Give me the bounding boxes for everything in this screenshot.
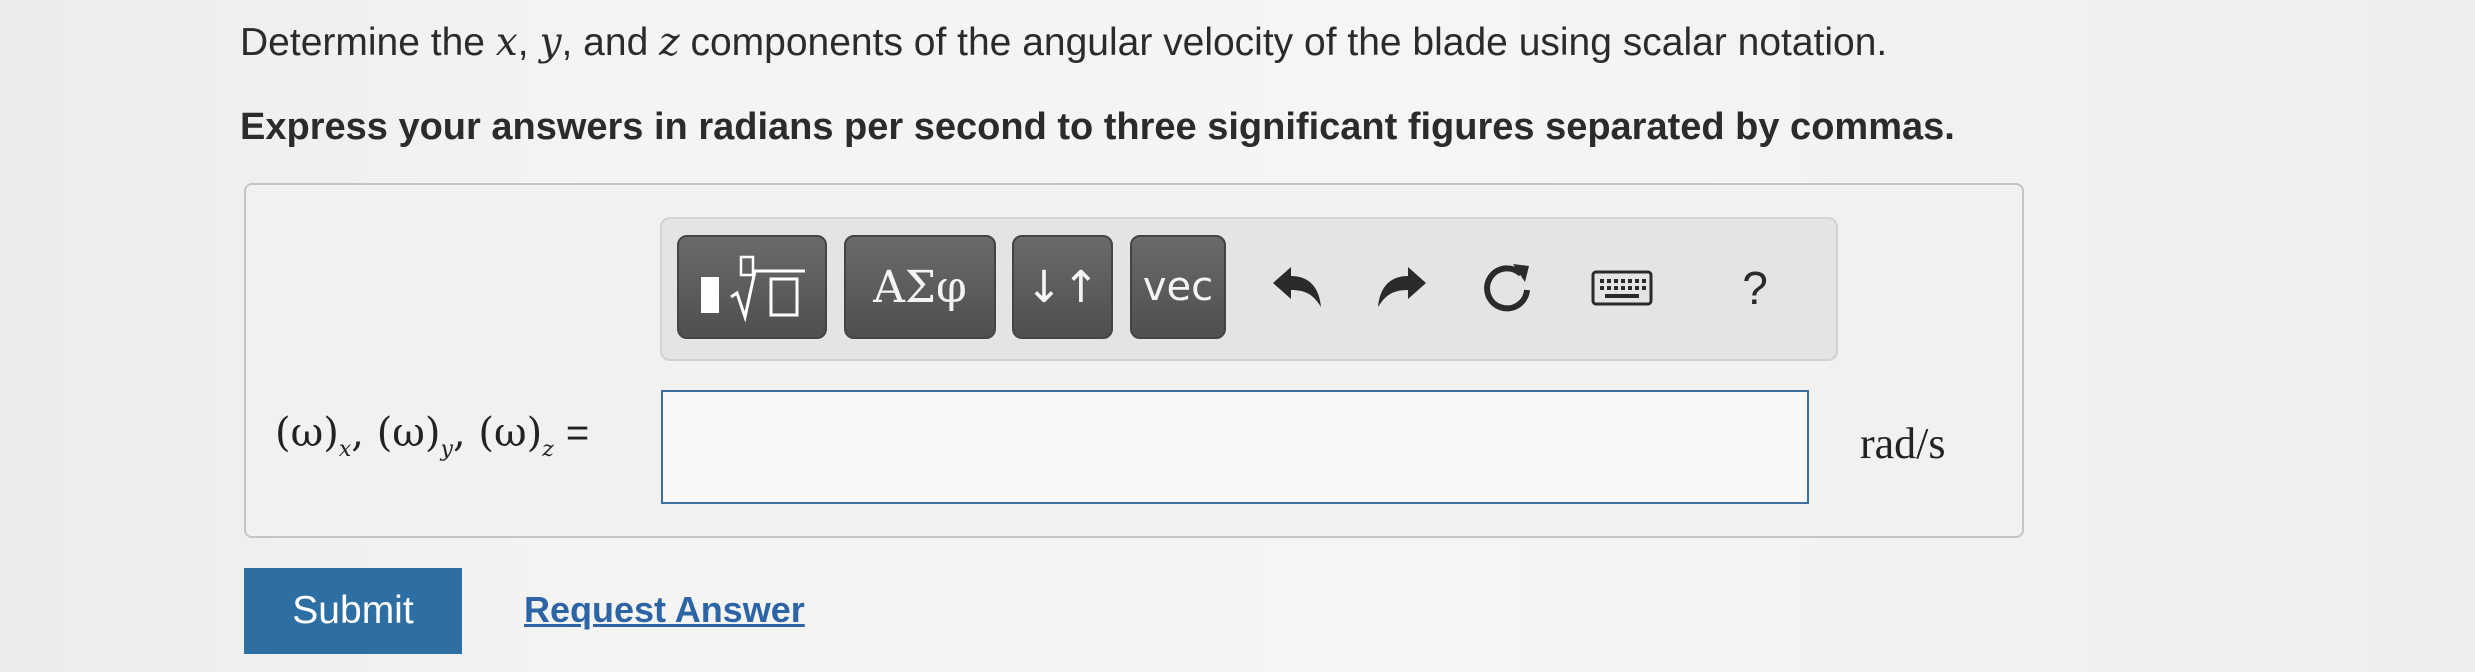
subscript-x: x	[338, 437, 352, 462]
answer-label: (ω)x, (ω)y, (ω)z =	[275, 410, 590, 462]
omega-symbol: (ω)	[376, 410, 441, 456]
greek-symbols-button[interactable]: ΑΣφ	[844, 235, 996, 339]
omega-symbol: (ω)	[478, 410, 543, 456]
submit-button[interactable]: Submit	[244, 568, 462, 654]
help-icon[interactable]: ?	[1730, 253, 1780, 323]
equals-sign: =	[565, 411, 590, 455]
question-separator: ,	[517, 21, 540, 64]
redo-icon[interactable]	[1367, 253, 1437, 323]
request-answer-link[interactable]: Request Answer	[524, 589, 805, 631]
reset-icon[interactable]	[1472, 253, 1542, 323]
answer-input[interactable]	[661, 390, 1809, 504]
subscript-y: y	[440, 437, 453, 462]
question-separator: , and	[561, 21, 660, 64]
question-prefix: Determine the	[240, 21, 496, 64]
undo-icon[interactable]	[1262, 253, 1332, 323]
instruction-text: Express your answers in radians per seco…	[240, 106, 1955, 148]
templates-icon	[701, 255, 805, 323]
label-comma: ,	[452, 410, 479, 456]
question-text: Determine the x, y, and z components of …	[240, 20, 1887, 65]
variable-x: x	[495, 20, 518, 65]
omega-symbol: (ω)	[275, 410, 339, 456]
math-toolbar: ΑΣφ ↓↑ vec ?	[660, 217, 1838, 361]
subscript-z: z	[542, 437, 554, 462]
unit-label: rad/s	[1860, 419, 1946, 468]
keyboard-icon[interactable]	[1587, 253, 1657, 323]
variable-z: z	[659, 20, 680, 65]
templates-button[interactable]	[677, 235, 827, 339]
subscript-superscript-button[interactable]: ↓↑	[1012, 235, 1113, 339]
vector-button[interactable]: vec	[1130, 235, 1226, 339]
variable-y: y	[539, 20, 562, 65]
label-comma: ,	[351, 410, 377, 456]
question-suffix: components of the angular velocity of th…	[679, 21, 1888, 64]
